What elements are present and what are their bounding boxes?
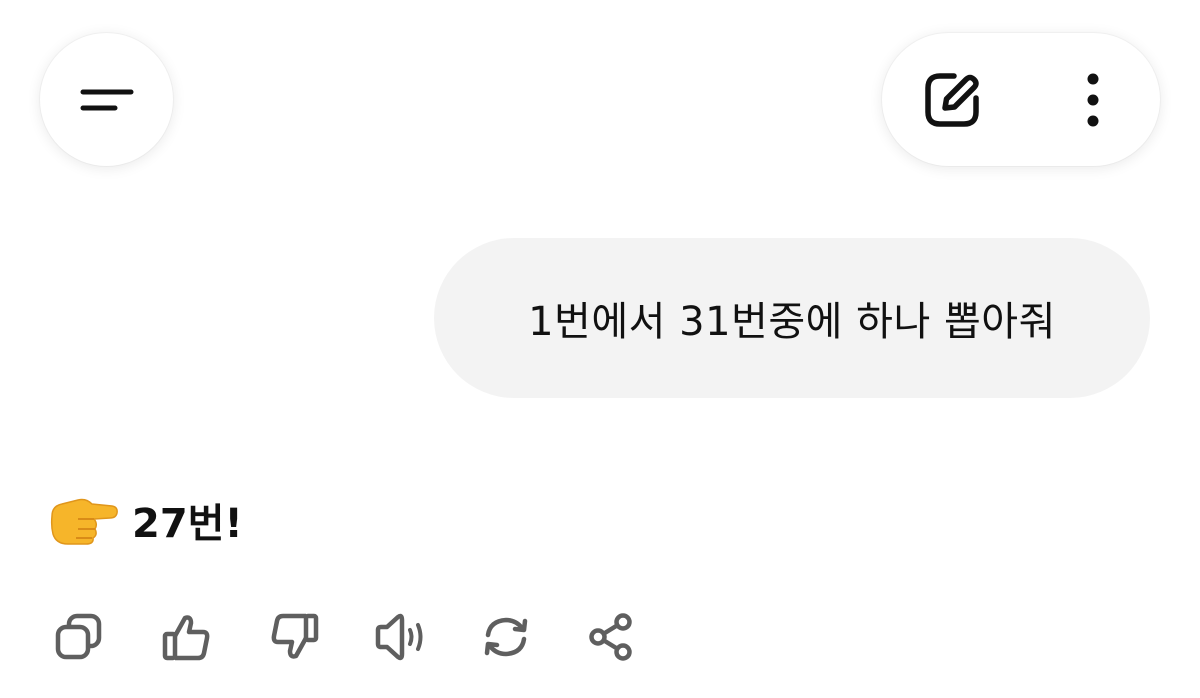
regenerate-button[interactable]: [479, 610, 533, 664]
edit-pencil-icon: [925, 72, 979, 127]
assistant-message: 27번!: [48, 490, 243, 550]
chat-screen: 1번에서 31번중에 하나 뽑아줘 27번!: [0, 0, 1200, 698]
thumbs-up-icon: [162, 615, 210, 661]
thumbs-up-button[interactable]: [159, 610, 213, 664]
more-vertical-icon: [1087, 73, 1099, 126]
hamburger-menu-icon: [80, 89, 133, 110]
copy-button[interactable]: [52, 610, 106, 664]
user-message-text: 1번에서 31번중에 하나 뽑아줘: [528, 299, 1056, 345]
menu-button[interactable]: [40, 33, 173, 166]
new-chat-button[interactable]: [902, 33, 1002, 166]
regenerate-icon: [484, 617, 528, 657]
share-button[interactable]: [584, 610, 638, 664]
assistant-message-text: 27번!: [132, 501, 243, 547]
thumbs-down-button[interactable]: [268, 610, 322, 664]
read-aloud-button[interactable]: [374, 610, 428, 664]
thumbs-down-icon: [271, 613, 319, 659]
copy-icon: [55, 613, 102, 660]
user-message-bubble: 1번에서 31번중에 하나 뽑아줘: [434, 238, 1150, 398]
read-aloud-icon: [375, 613, 423, 661]
share-icon: [589, 613, 632, 661]
more-options-button[interactable]: [1048, 33, 1138, 166]
pointing-right-hand-emoji: [50, 498, 118, 545]
header-actions: [882, 33, 1160, 166]
